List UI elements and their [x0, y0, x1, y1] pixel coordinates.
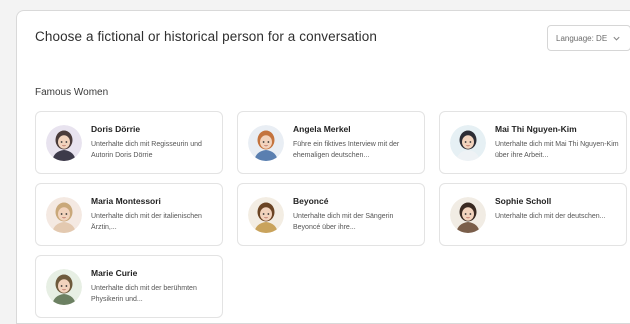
person-name: Marie Curie — [91, 268, 138, 278]
person-card[interactable]: Mai Thi Nguyen-Kim Unterhalte dich mit Ma… — [439, 111, 627, 174]
scientist-avatar-icon — [450, 125, 486, 161]
chevron-down-icon — [612, 34, 621, 43]
person-name: Doris Dörrie — [91, 124, 141, 134]
woman-dark-hair-avatar-icon — [450, 197, 486, 233]
woman-blonde-avatar-icon — [248, 125, 284, 161]
person-card[interactable]: Sophie Scholl Unterhalte dich mit der deu… — [439, 183, 627, 246]
person-name: Angela Merkel — [293, 124, 351, 134]
person-description: Unterhalte dich mit der Sängerin Beyoncé… — [293, 213, 394, 231]
person-chooser-panel: Choose a fictional or historical person … — [16, 10, 630, 324]
person-description: Unterhalte dich mit Regisseurin und Auto… — [91, 141, 202, 159]
person-name: Maria Montessori — [91, 196, 161, 206]
woman-glasses-avatar-icon — [46, 125, 82, 161]
person-description: Unterhalte dich mit Mai Thi Nguyen-Kim ü… — [495, 141, 619, 159]
person-card[interactable]: Beyoncé Unterhalte dich mit der Sängerin … — [237, 183, 425, 246]
person-description: Unterhalte dich mit der deutschen... — [495, 213, 606, 220]
person-description: Unterhalte dich mit der berühmten Physik… — [91, 285, 197, 303]
person-name: Mai Thi Nguyen-Kim — [495, 124, 577, 134]
person-description: Führe ein fiktives Interview mit der ehe… — [293, 141, 400, 159]
person-card[interactable]: Maria Montessori Unterhalte dich mit der … — [35, 183, 223, 246]
person-card[interactable]: Marie Curie Unterhalte dich mit der berüh… — [35, 255, 223, 318]
person-description: Unterhalte dich mit der italienischen Är… — [91, 213, 202, 231]
physicist-avatar-icon — [46, 269, 82, 305]
language-select-label: Language: DE — [556, 33, 608, 43]
singer-avatar-icon — [248, 197, 284, 233]
person-card[interactable]: Doris Dörrie Unterhalte dich mit Regisseu… — [35, 111, 223, 174]
person-name: Sophie Scholl — [495, 196, 552, 206]
person-card[interactable]: Angela Merkel Führe ein fiktives Intervie… — [237, 111, 425, 174]
language-select[interactable]: Language: DE — [547, 25, 630, 51]
person-name: Beyoncé — [293, 196, 329, 206]
teacher-avatar-icon — [46, 197, 82, 233]
section-title: Famous Women — [35, 87, 109, 98]
page-title: Choose a fictional or historical person … — [35, 29, 377, 44]
